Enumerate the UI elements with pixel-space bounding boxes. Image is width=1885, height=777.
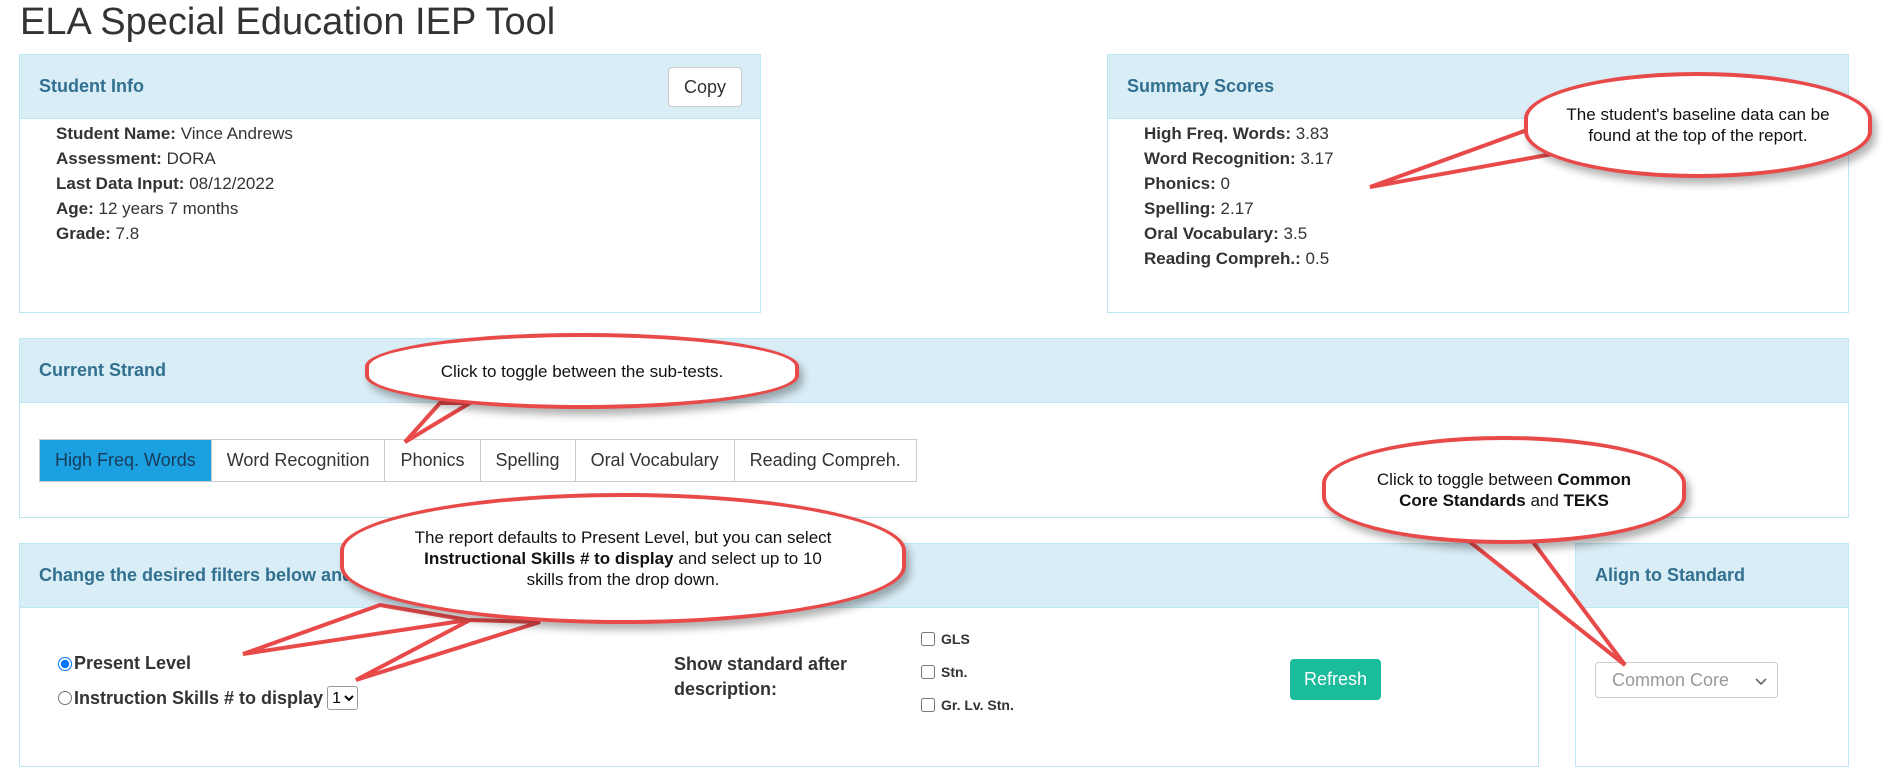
score-value: 0.5 bbox=[1305, 249, 1330, 268]
info-label: Last Data Input: bbox=[56, 174, 185, 193]
defaults-callout-text: The report defaults to Present Level, bu… bbox=[406, 527, 840, 590]
info-row: Age: 12 years 7 months bbox=[56, 196, 760, 221]
gls-label: GLS bbox=[941, 631, 970, 647]
standards-callout-part: and bbox=[1525, 491, 1564, 510]
info-label: Assessment: bbox=[56, 149, 162, 168]
current-strand-heading: Current Strand bbox=[20, 339, 1848, 403]
standards-callout-text: Click to toggle between Common Core Stan… bbox=[1366, 469, 1642, 511]
show-standard-label: Show standard after description: bbox=[674, 654, 848, 699]
summary-scores-title: Summary Scores bbox=[1127, 76, 1275, 96]
score-label: Spelling: bbox=[1144, 199, 1216, 218]
present-level-radio[interactable] bbox=[58, 656, 72, 671]
standard-select[interactable]: Common Core bbox=[1595, 662, 1778, 698]
info-value: Vince Andrews bbox=[180, 124, 293, 143]
info-label: Grade: bbox=[56, 224, 111, 243]
score-value: 3.5 bbox=[1283, 224, 1308, 243]
score-row: Oral Vocabulary: 3.5 bbox=[1144, 221, 1848, 246]
present-level-option[interactable]: Present Level bbox=[58, 653, 191, 674]
defaults-callout-part: The report defaults to Present Level, bu… bbox=[414, 528, 832, 547]
info-row: Assessment: DORA bbox=[56, 146, 760, 171]
subtests-callout: Click to toggle between the sub-tests. bbox=[365, 333, 799, 409]
align-standard-title: Align to Standard bbox=[1595, 565, 1745, 585]
align-standard-panel: Align to Standard Common Core bbox=[1575, 543, 1849, 767]
copy-button[interactable]: Copy bbox=[667, 67, 742, 107]
student-info-panel: Student Info Copy Student Name: Vince An… bbox=[19, 54, 761, 313]
tab-high-freq-words[interactable]: High Freq. Words bbox=[40, 440, 212, 481]
info-value: 08/12/2022 bbox=[189, 174, 275, 193]
stn-label: Stn. bbox=[941, 664, 968, 680]
score-label: Phonics: bbox=[1144, 174, 1216, 193]
gls-option[interactable]: GLS bbox=[921, 631, 970, 647]
score-label: High Freq. Words: bbox=[1144, 124, 1292, 143]
present-level-label: Present Level bbox=[74, 653, 192, 673]
instruction-skills-label: Instruction Skills # to display bbox=[74, 687, 324, 708]
score-value: 3.17 bbox=[1300, 149, 1334, 168]
score-row: Spelling: 2.17 bbox=[1144, 196, 1848, 221]
filters-title: Change the desired filters below and bbox=[39, 565, 354, 585]
gr-lv-stn-option[interactable]: Gr. Lv. Stn. bbox=[921, 697, 1014, 713]
page-title: ELA Special Education IEP Tool bbox=[20, 1, 556, 43]
gr-lv-stn-checkbox[interactable] bbox=[921, 698, 935, 712]
gls-checkbox[interactable] bbox=[921, 632, 935, 646]
refresh-button[interactable]: Refresh bbox=[1290, 659, 1382, 700]
instruction-skills-select[interactable]: 1 bbox=[327, 686, 359, 710]
baseline-callout-text: The student's baseline data can be found… bbox=[1566, 105, 1830, 145]
score-row: Reading Compreh.: 0.5 bbox=[1144, 246, 1848, 271]
current-strand-title: Current Strand bbox=[39, 360, 167, 380]
standards-callout-bold: TEKS bbox=[1563, 491, 1609, 510]
info-value: 7.8 bbox=[115, 224, 140, 243]
tab-spelling[interactable]: Spelling bbox=[480, 440, 576, 481]
score-value: 0 bbox=[1220, 174, 1230, 193]
score-value: 3.83 bbox=[1295, 124, 1329, 143]
instruction-skills-radio[interactable] bbox=[58, 691, 72, 705]
student-info-title: Student Info bbox=[39, 76, 144, 96]
standards-callout: Click to toggle between Common Core Stan… bbox=[1322, 436, 1686, 544]
align-standard-heading: Align to Standard bbox=[1576, 544, 1848, 608]
chevron-down-icon bbox=[1755, 670, 1767, 691]
info-label: Student Name: bbox=[56, 124, 176, 143]
defaults-callout-bold: Instructional Skills # to display bbox=[424, 549, 674, 568]
tab-reading-compreh[interactable]: Reading Compreh. bbox=[734, 440, 916, 481]
baseline-callout: The student's baseline data can be found… bbox=[1524, 72, 1872, 178]
tab-oral-vocabulary[interactable]: Oral Vocabulary bbox=[575, 440, 735, 481]
info-row: Last Data Input: 08/12/2022 bbox=[56, 171, 760, 196]
score-label: Oral Vocabulary: bbox=[1144, 224, 1279, 243]
info-label: Age: bbox=[56, 199, 94, 218]
strand-tabs: High Freq. Words Word Recognition Phonic… bbox=[39, 439, 917, 482]
subtests-callout-text: Click to toggle between the sub-tests. bbox=[440, 361, 724, 381]
student-info-heading: Student Info Copy bbox=[20, 55, 760, 119]
standards-callout-part: Click to toggle between bbox=[1376, 470, 1558, 489]
info-value: 12 years 7 months bbox=[98, 199, 239, 218]
instruction-skills-option[interactable]: Instruction Skills # to display 1 bbox=[58, 686, 359, 710]
defaults-callout: The report defaults to Present Level, bu… bbox=[340, 493, 906, 624]
score-label: Reading Compreh.: bbox=[1144, 249, 1301, 268]
info-row: Grade: 7.8 bbox=[56, 221, 760, 246]
stn-option[interactable]: Stn. bbox=[921, 664, 967, 680]
stn-checkbox[interactable] bbox=[921, 665, 935, 679]
standard-select-value: Common Core bbox=[1612, 669, 1730, 690]
score-label: Word Recognition: bbox=[1144, 149, 1296, 168]
tab-word-recognition[interactable]: Word Recognition bbox=[211, 440, 386, 481]
score-value: 2.17 bbox=[1220, 199, 1254, 218]
student-info-list: Student Name: Vince Andrews Assessment: … bbox=[20, 119, 760, 246]
info-value: DORA bbox=[166, 149, 216, 168]
tab-phonics[interactable]: Phonics bbox=[385, 440, 481, 481]
gr-lv-stn-label: Gr. Lv. Stn. bbox=[941, 697, 1014, 713]
info-row: Student Name: Vince Andrews bbox=[56, 121, 760, 146]
